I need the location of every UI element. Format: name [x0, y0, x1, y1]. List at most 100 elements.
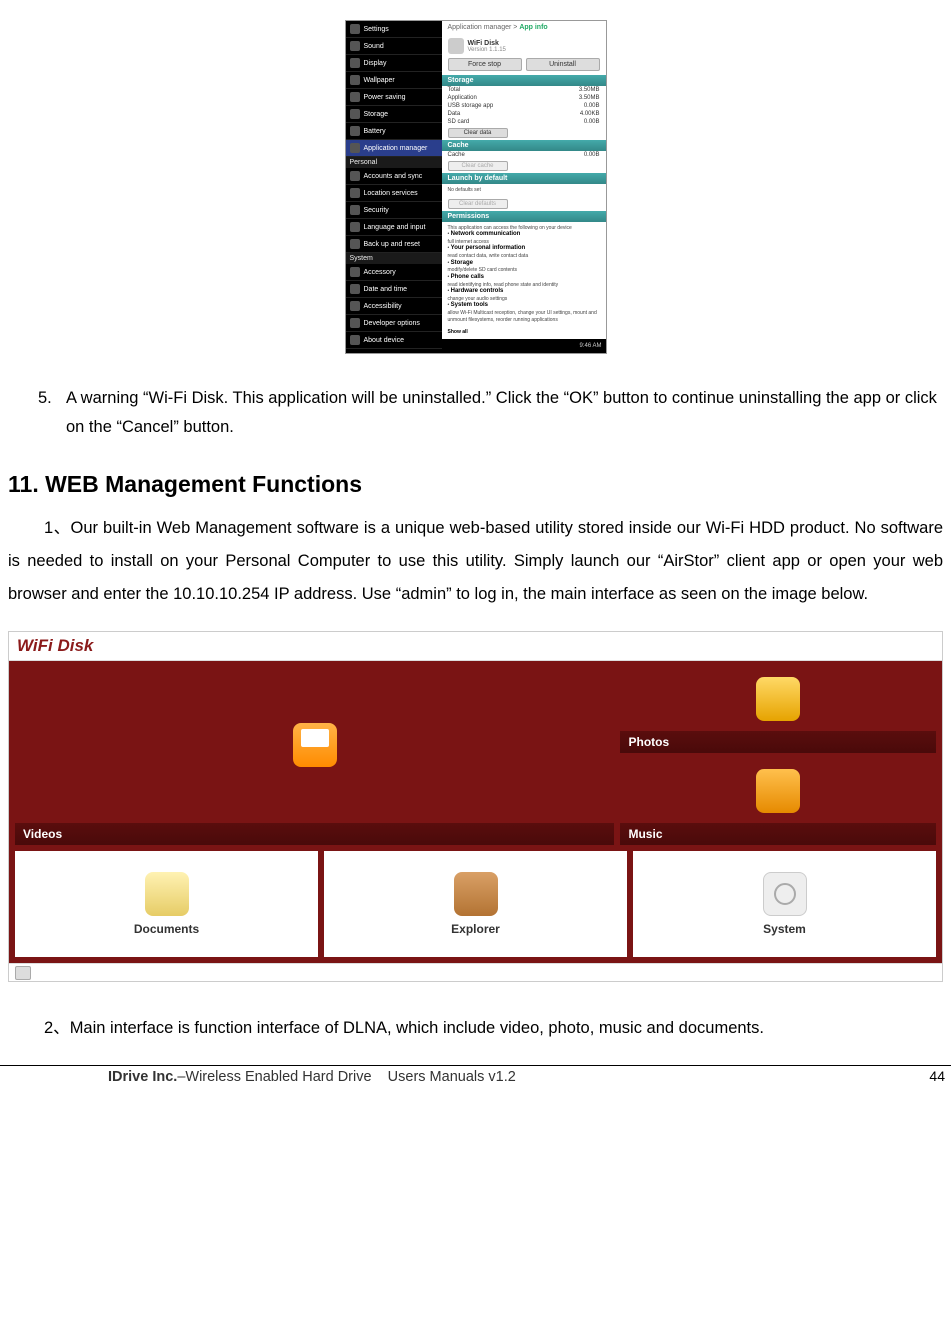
sidebar-item-label: Language and input — [364, 224, 426, 231]
system-icon — [763, 872, 807, 916]
perm-title: Network communication — [451, 231, 521, 237]
sidebar-item-label: Security — [364, 207, 389, 214]
perm-detail: full internet access — [448, 239, 489, 245]
sidebar-item-label: Storage — [364, 111, 389, 118]
section-cache: Cache — [442, 140, 606, 151]
para-index: 2、 — [44, 1019, 70, 1037]
tile-photos[interactable]: Photos — [620, 667, 936, 753]
section-storage: Storage — [442, 75, 606, 86]
tile-videos[interactable]: Videos — [15, 667, 614, 845]
storage-key: USB storage app — [448, 103, 494, 109]
storage-val: 4.00KB — [580, 111, 600, 117]
sidebar-title: Settings — [364, 26, 389, 33]
footer-company: IDrive Inc. — [108, 1069, 177, 1085]
step-5: 5. A warning “Wi-Fi Disk. This applicati… — [38, 384, 939, 443]
launch-text: No defaults set — [442, 184, 606, 197]
sidebar-item-label: Sound — [364, 43, 384, 50]
tile-label: System — [763, 922, 806, 936]
section-launch: Launch by default — [442, 173, 606, 184]
cache-val: 0.00B — [584, 152, 600, 158]
sidebar-item-label: Accessory — [364, 269, 396, 276]
battery-icon — [350, 126, 360, 136]
para-text: Our built-in Web Management software is … — [8, 519, 943, 603]
clock-icon — [350, 284, 360, 294]
wifidisk-web-ui: WiFi Disk Videos Photos Music — [8, 631, 943, 982]
para-2: 2、Main interface is function interface o… — [8, 1012, 943, 1045]
perm-detail: modify/delete SD card contents — [448, 267, 517, 273]
page-number: 44 — [929, 1068, 945, 1084]
backup-icon — [350, 239, 360, 249]
sidebar-item-label: Back up and reset — [364, 241, 420, 248]
step-text: A warning “Wi-Fi Disk. This application … — [66, 384, 939, 443]
sidebar-item-label: Location services — [364, 190, 418, 197]
perm-title: Storage — [451, 260, 473, 266]
about-icon — [350, 335, 360, 345]
tile-system[interactable]: System — [633, 851, 936, 957]
storage-key: Total — [448, 87, 461, 93]
clear-cache-button[interactable]: Clear cache — [448, 161, 508, 171]
tile-label: Explorer — [451, 922, 500, 936]
sidebar-group-personal: Personal — [346, 157, 442, 168]
apps-icon — [350, 143, 360, 153]
sidebar-item-label: Power saving — [364, 94, 406, 101]
breadcrumb: Application manager > App info — [442, 21, 606, 34]
sidebar-item-label: Developer options — [364, 320, 420, 327]
para-index: 1、 — [44, 519, 71, 537]
section-heading: 11. WEB Management Functions — [8, 471, 943, 498]
sidebar-item-label: Application manager — [364, 145, 428, 152]
section-permissions: Permissions — [442, 211, 606, 222]
tile-label: Videos — [15, 823, 614, 845]
perm-title: System tools — [451, 302, 488, 308]
para-1: 1、Our built-in Web Management software i… — [8, 512, 943, 611]
uninstall-button[interactable]: Uninstall — [526, 58, 600, 71]
perm-detail: read contact data, write contact data — [448, 253, 529, 259]
tile-explorer[interactable]: Explorer — [324, 851, 627, 957]
perm-title: Phone calls — [451, 274, 484, 280]
storage-val: 3.50MB — [579, 95, 600, 101]
crumb-current: App info — [519, 24, 547, 31]
lock-icon — [350, 205, 360, 215]
perm-title: Your personal information — [451, 245, 526, 251]
show-all[interactable]: Show all — [442, 326, 606, 339]
tile-music[interactable]: Music — [620, 759, 936, 845]
settings-icon — [350, 24, 360, 34]
sound-icon — [350, 41, 360, 51]
tile-label: Documents — [134, 922, 199, 936]
clear-data-button[interactable]: Clear data — [448, 128, 508, 138]
photos-icon — [756, 677, 800, 721]
power-icon — [350, 92, 360, 102]
accessibility-icon — [350, 301, 360, 311]
clear-defaults-button[interactable]: Clear defaults — [448, 199, 508, 209]
tile-documents[interactable]: Documents — [15, 851, 318, 957]
storage-val: 0.00B — [584, 119, 600, 125]
footer-product: –Wireless Enabled Hard Drive — [177, 1069, 371, 1085]
sidebar-group-system: System — [346, 253, 442, 264]
accessory-icon — [350, 267, 360, 277]
wifidisk-title: WiFi Disk — [9, 632, 942, 661]
page-footer: IDrive Inc.–Wireless Enabled Hard Drive … — [0, 1066, 951, 1087]
dev-icon — [350, 318, 360, 328]
sidebar-item-label: Accessibility — [364, 303, 402, 310]
app-version: Version 1.1.15 — [468, 47, 506, 53]
app-name: WiFi Disk — [468, 40, 506, 47]
step-number: 5. — [38, 384, 66, 443]
android-settings-screenshot: Settings Sound Display Wallpaper Power s… — [345, 20, 607, 354]
android-navbar: 9:46 AM — [442, 339, 606, 353]
para-text: Main interface is function interface of … — [70, 1019, 764, 1037]
crumb-parent: Application manager — [448, 24, 512, 31]
storage-icon — [350, 109, 360, 119]
home-icon[interactable] — [15, 966, 31, 980]
settings-sidebar: Settings Sound Display Wallpaper Power s… — [346, 21, 442, 353]
sidebar-item-label: Accounts and sync — [364, 173, 423, 180]
videos-icon — [293, 723, 337, 767]
display-icon — [350, 58, 360, 68]
tile-label: Photos — [620, 731, 936, 753]
storage-key: Application — [448, 95, 477, 101]
storage-key: Data — [448, 111, 461, 117]
perm-title: Hardware controls — [451, 288, 504, 294]
sync-icon — [350, 171, 360, 181]
status-clock: 9:46 AM — [579, 343, 601, 349]
sidebar-item-label: Battery — [364, 128, 386, 135]
force-stop-button[interactable]: Force stop — [448, 58, 522, 71]
perm-detail: change your audio settings — [448, 296, 508, 302]
